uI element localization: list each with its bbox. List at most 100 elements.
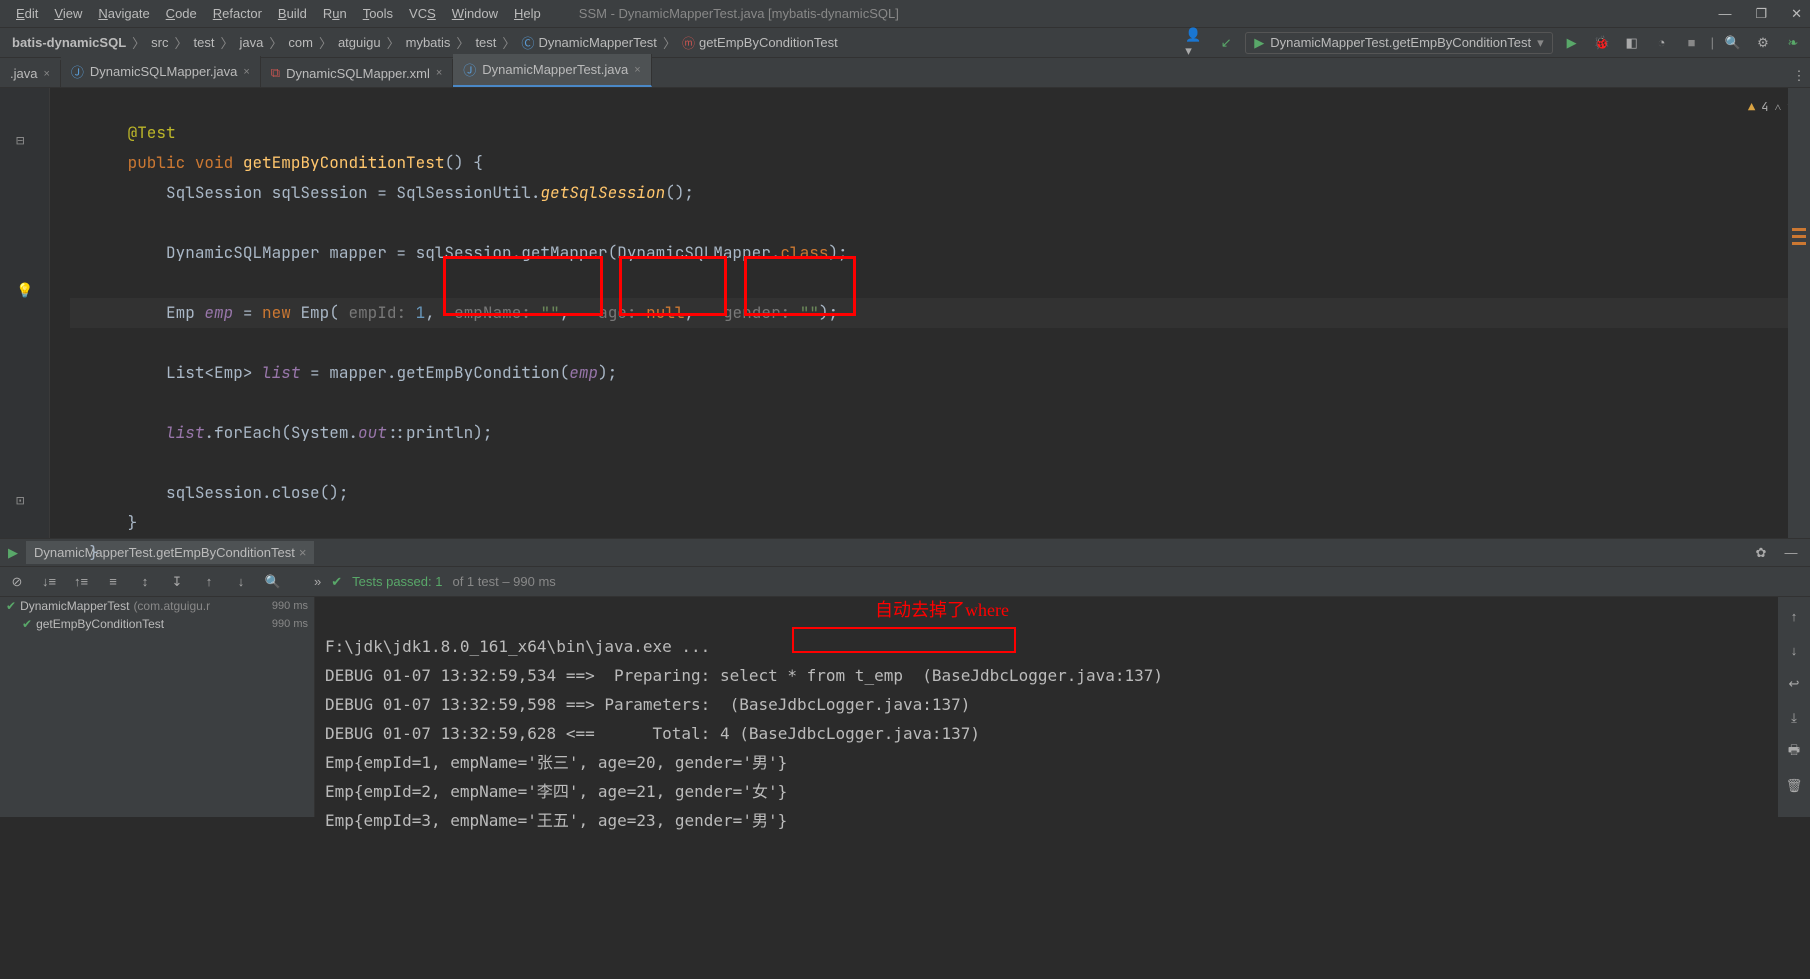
fold-icon[interactable]: ⊟ — [16, 126, 24, 156]
run-toolbar: ⊘ ↓≡ ↑≡ ≡ ↕ ↧ ↑ ↓ 🔍 » ✔ Tests passed: 1 … — [0, 567, 1810, 597]
java-icon: Ⓙ — [71, 62, 84, 81]
console-side-toolbar: ↑ ↓ ↩ ⤓ 🖶 🗑 — [1778, 597, 1810, 817]
nav-bar: batis-dynamicSQL〉 src〉 test〉 java〉 com〉 … — [0, 28, 1810, 58]
tree-row: ✔ DynamicMapperTest (com.atguigu.r 990 m… — [0, 597, 314, 615]
checkmark-icon[interactable]: ↙ — [1215, 32, 1237, 54]
window-title: SSM - DynamicMapperTest.java [mybatis-dy… — [579, 6, 899, 21]
editor-tabs: .java× ⒿDynamicSQLMapper.java× ⧉DynamicS… — [0, 58, 1810, 88]
menu-vcs[interactable]: VCS — [401, 2, 444, 25]
tree-row: ✔ getEmpByConditionTest 990 ms — [0, 615, 314, 633]
annotation-box-2 — [619, 256, 727, 316]
crumb-method[interactable]: ⓜ getEmpByConditionTest — [676, 31, 844, 54]
tab-mapper-java[interactable]: ⒿDynamicSQLMapper.java× — [61, 56, 261, 87]
console-output[interactable]: F:\jdk\jdk1.8.0_161_x64\bin\java.exe ...… — [315, 597, 1778, 817]
run-play-icon: ▶ — [8, 545, 18, 561]
run-config-label: DynamicMapperTest.getEmpByConditionTest — [1270, 35, 1531, 50]
check-icon: ✔ — [22, 617, 32, 631]
up-arrow-icon[interactable]: ↑ — [1783, 605, 1805, 627]
tabs-more-icon[interactable]: ⋮ — [1788, 65, 1810, 87]
tab-mapper-xml[interactable]: ⧉DynamicSQLMapper.xml× — [261, 59, 454, 87]
trash-icon[interactable]: 🗑 — [1783, 775, 1805, 797]
tab-test-java[interactable]: ⒿDynamicMapperTest.java× — [453, 54, 651, 87]
collapse-icon[interactable]: ↧ — [166, 571, 188, 593]
coverage-icon[interactable]: ◧ — [1621, 32, 1643, 54]
prev-icon[interactable]: ↑ — [198, 571, 220, 593]
crumb-project[interactable]: batis-dynamicSQL — [6, 33, 132, 52]
warning-icon: ▲ — [1748, 92, 1755, 122]
menu-window[interactable]: Window — [444, 2, 506, 25]
close-tab-icon[interactable]: × — [243, 66, 249, 78]
stop-run-icon[interactable]: ⊘ — [6, 571, 28, 593]
menu-view[interactable]: View — [46, 2, 90, 25]
annotation-box-sql — [792, 627, 1016, 653]
menu-run[interactable]: Run — [315, 2, 355, 25]
search-icon[interactable]: 🔍 — [1722, 32, 1744, 54]
crumb[interactable]: src — [145, 33, 174, 52]
crumb[interactable]: atguigu — [332, 33, 387, 52]
user-icon[interactable]: 👤▾ — [1185, 32, 1207, 54]
menu-help[interactable]: Help — [506, 2, 549, 25]
scroll-end-icon[interactable]: ⤓ — [1783, 707, 1805, 729]
close-icon[interactable]: ✕ — [1791, 6, 1802, 22]
hide-icon[interactable]: — — [1780, 542, 1802, 564]
gear-icon[interactable]: ✿ — [1750, 542, 1772, 564]
code-area[interactable]: @Test public void getEmpByConditionTest(… — [50, 88, 1810, 538]
menu-tools[interactable]: Tools — [355, 2, 401, 25]
print-icon[interactable]: 🖶 — [1783, 741, 1805, 763]
annotation-box-1 — [443, 256, 603, 316]
close-tab-icon[interactable]: × — [43, 68, 49, 80]
close-tab-icon[interactable]: × — [634, 64, 640, 76]
tab-java[interactable]: .java× — [0, 60, 61, 87]
crumb[interactable]: com — [282, 33, 319, 52]
editor-markers — [1788, 88, 1810, 538]
test-status-of: of 1 test – 990 ms — [452, 574, 555, 589]
debug-icon[interactable]: 🐞 — [1591, 32, 1613, 54]
leaf-icon[interactable]: ❧ — [1782, 32, 1804, 54]
chevron-down-icon: ▾ — [1537, 35, 1544, 51]
crumb[interactable]: test — [469, 33, 502, 52]
sort-icon[interactable]: ↓≡ — [38, 571, 60, 593]
menu-navigate[interactable]: Navigate — [90, 2, 157, 25]
fold-end-icon[interactable]: ⊡ — [16, 486, 24, 516]
profile-icon[interactable]: ◔ — [1651, 32, 1673, 54]
history-icon[interactable]: 🔍 — [262, 571, 284, 593]
chevron-up-icon: ˄ — [1774, 92, 1781, 122]
crumb-class[interactable]: Ⓒ DynamicMapperTest — [515, 31, 663, 54]
check-icon: ✔ — [6, 599, 16, 613]
menu-edit[interactable]: Edit — [8, 2, 46, 25]
run-icon[interactable]: ▶ — [1561, 32, 1583, 54]
class-icon: Ⓒ — [521, 33, 534, 52]
method-icon: ⓜ — [682, 33, 695, 52]
run-config-combo[interactable]: ▶ DynamicMapperTest.getEmpByConditionTes… — [1245, 32, 1552, 54]
crumb[interactable]: test — [188, 33, 221, 52]
bulb-icon[interactable]: 💡 — [16, 276, 33, 306]
editor-gutter: ⊟ 💡 ⊡ — [0, 88, 50, 538]
soft-wrap-icon[interactable]: ↩ — [1783, 673, 1805, 695]
test-tree[interactable]: ✔ DynamicMapperTest (com.atguigu.r 990 m… — [0, 597, 315, 817]
test-status-pass: Tests passed: 1 — [352, 574, 442, 589]
minimize-icon[interactable]: — — [1718, 6, 1731, 22]
crumb[interactable]: java — [234, 33, 270, 52]
stop-icon[interactable]: ■ — [1681, 32, 1703, 54]
check-icon: ✔ — [331, 574, 342, 590]
maximize-icon[interactable]: ❐ — [1755, 6, 1767, 22]
menu-bar: Edit View Navigate Code Refactor Build R… — [0, 0, 1810, 28]
xml-icon: ⧉ — [271, 65, 280, 81]
close-tab-icon[interactable]: × — [436, 67, 442, 79]
crumb[interactable]: mybatis — [400, 33, 457, 52]
menu-refactor[interactable]: Refactor — [205, 2, 270, 25]
expand-icon[interactable]: ↕ — [134, 571, 156, 593]
close-icon[interactable]: × — [299, 545, 307, 560]
menu-code[interactable]: Code — [158, 2, 205, 25]
filter-icon[interactable]: ≡ — [102, 571, 124, 593]
run-tool-window: ▶ DynamicMapperTest.getEmpByConditionTes… — [0, 538, 1810, 817]
annotation-box-3 — [744, 256, 856, 316]
play-icon: ▶ — [1254, 35, 1264, 51]
code-editor[interactable]: ⊟ 💡 ⊡ @Test public void getEmpByConditio… — [0, 88, 1810, 538]
java-icon: Ⓙ — [463, 60, 476, 79]
next-icon[interactable]: ↓ — [230, 571, 252, 593]
menu-build[interactable]: Build — [270, 2, 315, 25]
settings-icon[interactable]: ⚙ — [1752, 32, 1774, 54]
annotation-text: 自动去掉了where — [875, 596, 1009, 625]
down-arrow-icon[interactable]: ↓ — [1783, 639, 1805, 661]
